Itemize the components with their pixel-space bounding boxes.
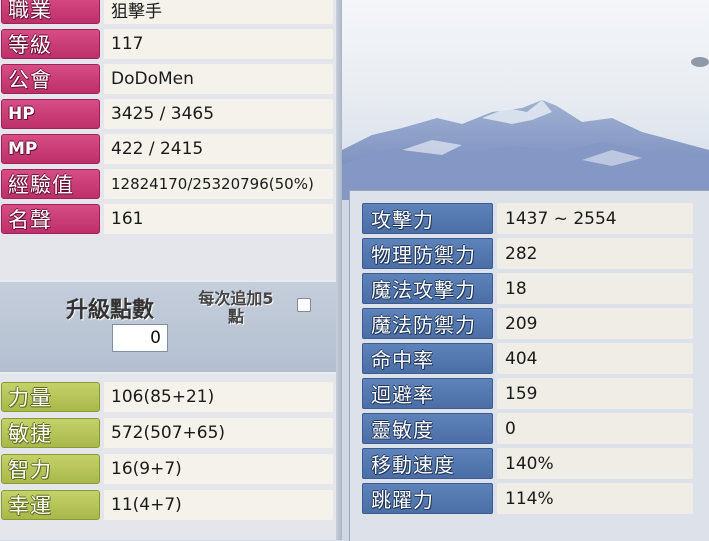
detail-row-hands: 靈敏度 0 [362,413,696,448]
accuracy-value: 404 [497,343,693,374]
speed-value: 140% [497,448,693,479]
detail-stats-panel: 攻擊力 1437 ~ 2554 物理防禦力 282 魔法攻擊力 18 魔法防禦力… [349,190,709,541]
magic-def-value: 209 [497,308,693,339]
profile-row-level: 等級 117 [0,27,336,62]
profile-list: 職業 狙擊手 等級 117 公會 DoDoMen HP 3425 / 3465 … [0,0,336,237]
character-info-panel: 職業 狙擊手 等級 117 公會 DoDoMen HP 3425 / 3465 … [0,0,342,540]
int-value: 16(9+7) [104,454,333,484]
auto-add-option-label[interactable]: 每次追加5 點 [190,290,282,326]
hands-label: 靈敏度 [362,413,493,444]
exp-label: 經驗值 [1,169,100,199]
guild-value: DoDoMen [104,64,333,94]
fame-label: 名聲 [1,204,100,234]
base-stat-list: 力量 106(85+21) 敏捷 572(507+65) 智力 16(9+7) … [0,380,336,524]
jump-label: 跳躍力 [362,483,493,514]
dex-label[interactable]: 敏捷 [1,418,100,448]
detail-row-avoid: 迴避率 159 [362,378,696,413]
attack-label: 攻擊力 [362,203,493,234]
level-label: 等級 [1,29,100,59]
exp-value: 12824170/25320796(50%) [104,169,333,199]
jump-value: 114% [497,483,693,514]
phys-def-label: 物理防禦力 [362,238,493,269]
luk-value: 11(4+7) [104,490,333,520]
magic-atk-value: 18 [497,273,693,304]
profile-row-exp: 經驗值 12824170/25320796(50%) [0,167,336,202]
detail-stat-list: 攻擊力 1437 ~ 2554 物理防禦力 282 魔法攻擊力 18 魔法防禦力… [362,203,696,518]
magic-def-label: 魔法防禦力 [362,308,493,339]
hp-value: 3425 / 3465 [104,99,333,129]
level-value: 117 [104,29,333,59]
game-background-scene [342,0,709,200]
mountain-scenery [342,57,709,200]
hp-label: HP [1,99,100,129]
profile-row-guild: 公會 DoDoMen [0,62,336,97]
mp-value: 422 / 2415 [104,134,333,164]
detail-row-attack: 攻擊力 1437 ~ 2554 [362,203,696,238]
detail-row-accuracy: 命中率 404 [362,343,696,378]
auto-add-option-line2: 點 [227,307,244,326]
phys-def-value: 282 [497,238,693,269]
detail-row-magic-atk: 魔法攻擊力 18 [362,273,696,308]
detail-row-jump: 跳躍力 114% [362,483,696,518]
stat-row-int: 智力 16(9+7) [0,452,336,488]
auto-add-checkbox[interactable] [297,298,311,312]
ability-points-box: 升級點數 0 每次追加5 點 [0,280,336,374]
profile-row-hp: HP 3425 / 3465 [0,97,336,132]
int-label[interactable]: 智力 [1,454,100,484]
job-value: 狙擊手 [104,0,333,24]
profile-row-mp: MP 422 / 2415 [0,132,336,167]
auto-add-option-line1: 每次追加5 [198,289,274,308]
speed-label: 移動速度 [362,448,493,479]
detail-row-speed: 移動速度 140% [362,448,696,483]
dex-value: 572(507+65) [104,418,333,448]
str-label[interactable]: 力量 [1,382,100,412]
luk-label[interactable]: 幸運 [1,490,100,520]
guild-label: 公會 [1,64,100,94]
str-value: 106(85+21) [104,382,333,412]
avoid-value: 159 [497,378,693,409]
profile-row-fame: 名聲 161 [0,202,336,237]
profile-row-job: 職業 狙擊手 [0,0,336,27]
fame-value: 161 [104,204,333,234]
job-label: 職業 [1,0,100,24]
magic-atk-label: 魔法攻擊力 [362,273,493,304]
ability-points-title: 升級點數 [66,298,155,323]
accuracy-label: 命中率 [362,343,493,374]
detail-row-phys-def: 物理防禦力 282 [362,238,696,273]
attack-value: 1437 ~ 2554 [497,203,693,234]
hands-value: 0 [497,413,693,444]
detail-row-magic-def: 魔法防禦力 209 [362,308,696,343]
ability-points-field: 0 [112,324,168,352]
avoid-label: 迴避率 [362,378,493,409]
stat-row-str: 力量 106(85+21) [0,380,336,416]
stat-row-dex: 敏捷 572(507+65) [0,416,336,452]
stat-row-luk: 幸運 11(4+7) [0,488,336,524]
mp-label: MP [1,134,100,164]
